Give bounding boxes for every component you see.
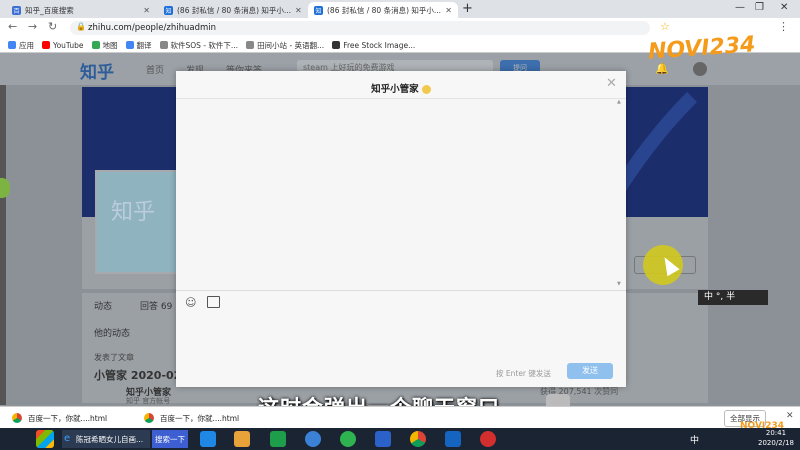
avatar-logo: 知乎 xyxy=(111,200,156,225)
close-tab-icon[interactable]: ✕ xyxy=(139,6,150,15)
user-avatar-icon[interactable] xyxy=(693,62,707,76)
bookmark-apps[interactable]: 应用 xyxy=(8,40,34,51)
close-icon[interactable]: ✕ xyxy=(606,76,617,91)
send-hint: 按 Enter 键发送 xyxy=(496,369,551,378)
bookmark-youtube[interactable]: YouTube xyxy=(42,41,84,50)
minimize-icon[interactable]: — xyxy=(735,2,745,13)
menu-icon[interactable]: ⋮ xyxy=(778,20,789,33)
address-bar[interactable]: 🔒 zhihu.com/people/zhihuadmin xyxy=(70,21,650,35)
bookmark-label: YouTube xyxy=(53,40,84,50)
download-name: 百度一下，你就....html xyxy=(160,413,240,423)
bookmark-free-stock[interactable]: Free Stock Image... xyxy=(332,41,415,50)
maps-icon xyxy=(91,41,100,49)
send-button[interactable]: 发送 xyxy=(567,363,613,379)
ie-icon: e xyxy=(64,433,71,444)
tab-activity[interactable]: 动态 xyxy=(94,299,112,312)
message-input[interactable] xyxy=(176,311,626,357)
tab-answers[interactable]: 回答 69 xyxy=(140,299,172,312)
folder-icon[interactable] xyxy=(234,431,250,447)
chrome-file-icon xyxy=(144,413,154,423)
chrome-icon[interactable] xyxy=(410,431,426,447)
emoji-badge-icon xyxy=(421,85,431,94)
back-icon[interactable]: ← xyxy=(8,20,17,33)
apps-icon xyxy=(8,41,16,49)
bookmark-label: 软件SOS - 软件下... xyxy=(170,40,239,50)
wechat-icon[interactable] xyxy=(340,431,356,447)
taskbar-window-title: 陈冠希晒女儿自画... xyxy=(76,435,144,444)
emoji-icon[interactable]: ☺ xyxy=(185,296,196,309)
baidu-netdisk-icon[interactable] xyxy=(305,431,321,447)
left-edge-strip xyxy=(0,53,6,405)
bookmark-label: Free Stock Image... xyxy=(343,40,416,50)
zhihu-favicon-icon: 知 xyxy=(164,5,173,15)
translate-icon xyxy=(125,41,134,49)
close-downloads-icon[interactable]: ✕ xyxy=(786,411,794,421)
tab-title: 知乎_百度搜索 xyxy=(25,5,74,15)
bookmark-label: 地图 xyxy=(102,40,118,50)
bookmark-label: 田间小站 - 英语翻... xyxy=(257,40,325,50)
message-history[interactable] xyxy=(176,98,626,291)
tab-baidu-search[interactable]: 百 知乎_百度搜索 ✕ xyxy=(6,2,156,18)
bookmark-tianjian[interactable]: 田间小站 - 英语翻... xyxy=(246,40,324,51)
bookmark-label: 应用 xyxy=(19,40,34,50)
download-item[interactable]: 百度一下，你就....html xyxy=(12,413,132,424)
nav-home[interactable]: 首页 xyxy=(146,63,164,76)
tab-title: (86 封私信 / 80 条消息) 知乎小... xyxy=(327,5,442,15)
scroll-down-icon[interactable]: ▼ xyxy=(617,281,621,287)
forward-icon[interactable]: → xyxy=(28,20,37,33)
close-tab-icon[interactable]: ✕ xyxy=(291,6,302,15)
downloads-bar: 百度一下，你就....html 百度一下，你就....html xyxy=(0,406,800,429)
record-icon[interactable] xyxy=(480,431,496,447)
post-action: 发表了文章 xyxy=(94,353,134,362)
clock-date: 2020/2/18 xyxy=(758,439,794,447)
taskbar-search[interactable]: 搜索一下 xyxy=(152,430,188,448)
bookmark-maps[interactable]: 地图 xyxy=(91,40,118,51)
post-title[interactable]: 小管家 2020-02 xyxy=(94,367,181,383)
ime-status-bar[interactable]: 中 °, 半 xyxy=(698,290,768,305)
youtube-icon xyxy=(42,41,50,49)
image-upload-icon[interactable] xyxy=(207,296,220,308)
excel-icon[interactable] xyxy=(270,431,286,447)
chat-title-text: 知乎小管家 xyxy=(371,84,419,95)
close-tab-icon[interactable]: ✕ xyxy=(441,6,452,15)
bookmark-softsos[interactable]: 软件SOS - 软件下... xyxy=(159,40,239,51)
zhihu-logo[interactable]: 知乎 xyxy=(80,58,114,83)
zhihu-favicon-icon: 知 xyxy=(314,5,323,15)
clock[interactable]: 20:41 2020/2/18 xyxy=(758,428,794,448)
profile-avatar: 知乎 xyxy=(95,170,181,274)
chrome-file-icon xyxy=(12,413,22,423)
post-author-sub: 知乎 官方帐号 xyxy=(126,397,171,405)
activity-heading: 他的动态 xyxy=(94,329,131,339)
reload-icon[interactable]: ↻ xyxy=(48,20,57,33)
wps-writer-icon[interactable] xyxy=(375,431,391,447)
download-name: 百度一下，你就....html xyxy=(28,413,108,423)
baidu-favicon-icon: 百 xyxy=(12,5,21,15)
bookmark-translate[interactable]: 翻译 xyxy=(125,40,152,51)
close-window-icon[interactable]: ✕ xyxy=(780,2,788,13)
url-text: zhihu.com/people/zhihuadmin xyxy=(88,23,216,33)
taskbar-search-label: 搜索一下 xyxy=(155,435,185,444)
new-tab-button[interactable]: + xyxy=(462,1,473,16)
edge-icon[interactable] xyxy=(200,431,216,447)
tab-zhihu-1[interactable]: 知 (86 封私信 / 80 条消息) 知乎小... ✕ xyxy=(158,2,306,18)
tab-title: (86 封私信 / 80 条消息) 知乎小... xyxy=(177,5,292,15)
tab-zhihu-active[interactable]: 知 (86 封私信 / 80 条消息) 知乎小... ✕ xyxy=(308,2,458,18)
page-icon xyxy=(159,41,168,49)
page-icon xyxy=(332,41,341,49)
start-icon[interactable] xyxy=(36,430,54,448)
maximize-icon[interactable]: ❐ xyxy=(755,2,764,13)
chat-title: 知乎小管家 xyxy=(176,81,626,95)
chat-modal: 知乎小管家 ✕ ▲ ▼ ☺ 按 Enter 键发送 发送 xyxy=(176,71,626,387)
lock-icon: 🔒 xyxy=(76,22,86,31)
star-icon[interactable]: ☆ xyxy=(660,20,670,33)
p-app-icon[interactable] xyxy=(445,431,461,447)
taskbar-ie-window[interactable]: 陈冠希晒女儿自画... e xyxy=(62,430,150,448)
scroll-up-icon[interactable]: ▲ xyxy=(617,99,621,105)
page-icon xyxy=(246,41,255,49)
bookmark-label: 翻译 xyxy=(136,40,152,50)
watermark-small: NOVI234 xyxy=(740,421,785,431)
ime-tray-label[interactable]: 中 xyxy=(690,433,699,446)
download-item[interactable]: 百度一下，你就....html xyxy=(144,413,264,424)
